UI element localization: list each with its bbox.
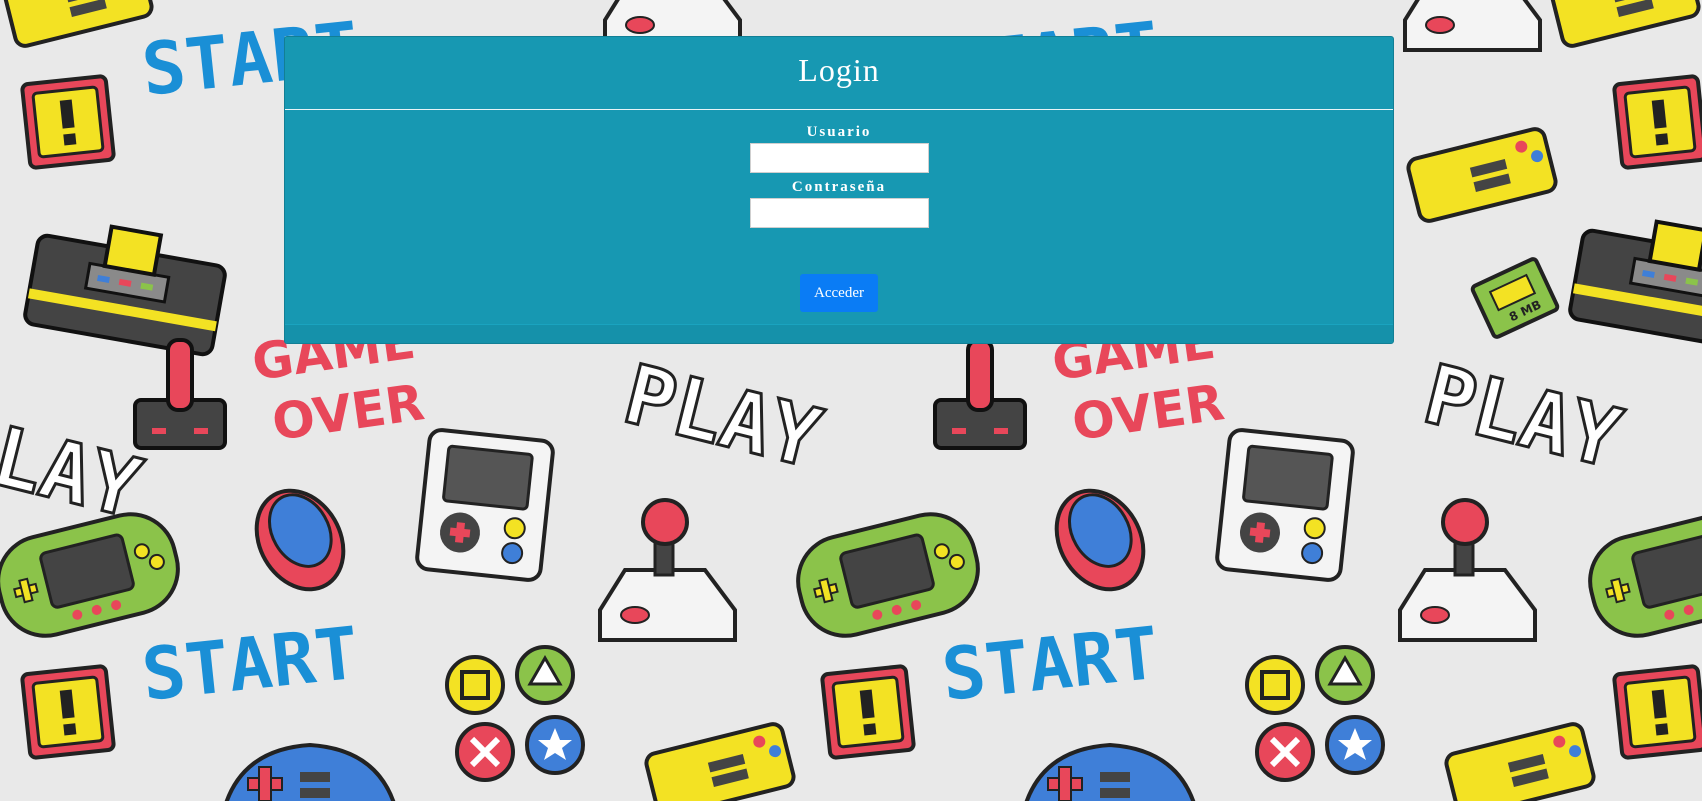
play-text-icon: PLAY	[615, 347, 830, 487]
handheld-console-icon	[786, 502, 990, 648]
gamepad-icon	[642, 720, 798, 801]
gamepad-icon	[1018, 743, 1202, 801]
retro-console-icon	[1566, 207, 1702, 353]
handheld-console-icon	[1578, 502, 1702, 648]
password-label: Contraseña	[791, 179, 887, 195]
game-buttons-icon	[447, 647, 583, 780]
warning-block-icon	[19, 663, 117, 761]
warning-block-icon	[819, 663, 917, 761]
game-buttons-icon	[1247, 647, 1383, 780]
warning-block-icon	[1611, 663, 1702, 761]
warning-block-icon	[1611, 73, 1702, 171]
page-title: Login	[798, 51, 880, 88]
gamepad-icon	[1442, 720, 1598, 801]
gamepad-icon	[1547, 0, 1702, 50]
mouse-icon	[237, 472, 363, 608]
start-text-icon: START	[938, 611, 1162, 717]
handheld-console-icon	[0, 502, 190, 648]
handheld-console-icon	[414, 426, 556, 584]
gamepad-icon	[218, 743, 402, 801]
warning-block-icon	[19, 73, 117, 171]
gamepad-icon	[0, 0, 156, 50]
username-label: Usuario	[806, 124, 872, 140]
submit-button[interactable]: Acceder	[800, 274, 878, 312]
joystick-icon	[933, 338, 1027, 450]
login-panel: Login Usuario Contraseña Acceder	[284, 36, 1394, 344]
joystick-icon	[133, 338, 227, 450]
joystick-icon	[598, 498, 737, 642]
login-form: Usuario Contraseña Acceder	[285, 110, 1393, 312]
joystick-icon	[1403, 0, 1542, 52]
password-input[interactable]	[749, 198, 929, 228]
play-text-icon: PLAY	[1415, 347, 1630, 487]
memory-card-icon: 8 MB	[1470, 257, 1560, 339]
login-panel-footer	[285, 324, 1393, 343]
username-input[interactable]	[749, 143, 929, 173]
retro-console-icon	[21, 212, 232, 358]
login-panel-header: Login	[285, 37, 1393, 110]
start-text-icon: START	[138, 611, 362, 717]
mouse-icon	[1037, 472, 1163, 608]
gamepad-icon	[1404, 125, 1560, 225]
handheld-console-icon	[1214, 426, 1356, 584]
joystick-icon	[1398, 498, 1537, 642]
